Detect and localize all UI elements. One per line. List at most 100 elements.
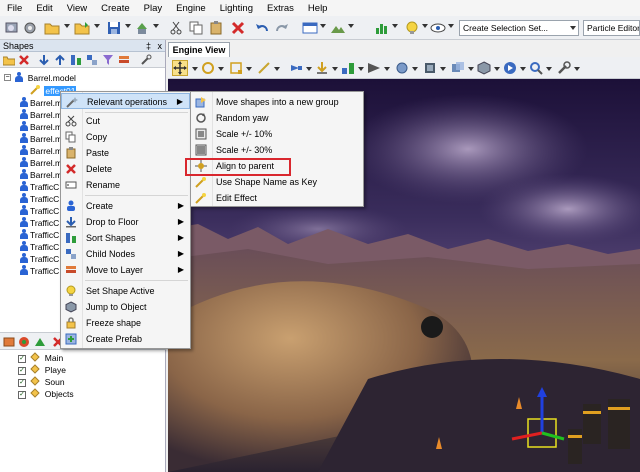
close-panel-icon[interactable]: x bbox=[158, 40, 163, 52]
menu-item-scale-30[interactable]: Scale +/- 30% bbox=[191, 142, 363, 158]
cut-scissors-icon[interactable] bbox=[168, 20, 184, 36]
menu-item-create[interactable]: Create ▶ bbox=[61, 198, 190, 214]
tree-item[interactable]: Barrel.m bbox=[20, 97, 62, 109]
menu-view[interactable]: View bbox=[60, 3, 94, 14]
menu-edit[interactable]: Edit bbox=[29, 3, 59, 14]
tab-engine-view[interactable]: Engine View bbox=[168, 42, 230, 57]
visibility-eye-icon[interactable] bbox=[430, 20, 446, 36]
wrench-dropdown-arrow[interactable] bbox=[574, 67, 580, 71]
menu-create[interactable]: Create bbox=[94, 3, 137, 14]
terrain-dropdown-arrow[interactable] bbox=[348, 24, 354, 28]
particle-editor-button[interactable]: Particle Editor bbox=[583, 20, 640, 36]
export-dropdown-arrow[interactable] bbox=[153, 24, 159, 28]
lighting-dropdown-arrow[interactable] bbox=[422, 24, 428, 28]
navigation-icon[interactable] bbox=[366, 60, 382, 76]
drop-object-icon[interactable] bbox=[314, 60, 330, 76]
menu-item-child-nodes[interactable]: Child Nodes ▶ bbox=[61, 246, 190, 262]
layer-color-icon[interactable] bbox=[18, 336, 30, 348]
menu-play[interactable]: Play bbox=[137, 3, 169, 14]
tree-item[interactable]: TrafficC bbox=[20, 205, 59, 217]
object-cube-icon[interactable] bbox=[476, 60, 492, 76]
scale-gizmo-icon[interactable] bbox=[228, 60, 244, 76]
export-icon[interactable] bbox=[134, 20, 150, 36]
move-down-arrow-icon[interactable] bbox=[38, 54, 50, 66]
save-icon[interactable] bbox=[106, 20, 122, 36]
menu-item-scale-10[interactable]: Scale +/- 10% bbox=[191, 126, 363, 142]
menu-item-random-yaw[interactable]: Random yaw bbox=[191, 110, 363, 126]
link-dropdown-arrow[interactable] bbox=[274, 67, 280, 71]
menu-item-edit-effect[interactable]: Edit Effect bbox=[191, 190, 363, 206]
zoom-dropdown-arrow[interactable] bbox=[546, 67, 552, 71]
visibility-dropdown-arrow[interactable] bbox=[448, 24, 454, 28]
menu-item-cut[interactable]: Cut bbox=[61, 113, 190, 129]
tree-item[interactable]: Barrel.m bbox=[20, 121, 62, 133]
snap-tool-icon[interactable] bbox=[340, 60, 356, 76]
window-layout-icon[interactable] bbox=[302, 20, 318, 36]
menu-item-sort-shapes[interactable]: Sort Shapes ▶ bbox=[61, 230, 190, 246]
layer-stack-icon[interactable] bbox=[118, 54, 130, 66]
statistics-dropdown-arrow[interactable] bbox=[392, 24, 398, 28]
layer-checkbox[interactable]: ✓ bbox=[18, 379, 26, 387]
render-dropdown-arrow[interactable] bbox=[440, 67, 446, 71]
selection-set-dropdown[interactable]: Create Selection Set... bbox=[459, 20, 579, 36]
rotate-dropdown-arrow[interactable] bbox=[218, 67, 224, 71]
tree-item[interactable]: TrafficC bbox=[20, 217, 59, 229]
snap-dropdown-arrow[interactable] bbox=[358, 67, 364, 71]
menu-item-move-shapes-group[interactable]: Move shapes into a new group bbox=[191, 94, 363, 110]
new-scene-icon[interactable] bbox=[4, 20, 20, 36]
open-dropdown-arrow[interactable] bbox=[64, 24, 70, 28]
tree-item[interactable]: Barrel.m bbox=[20, 157, 62, 169]
menu-item-delete[interactable]: Delete bbox=[61, 161, 190, 177]
camera-dropdown-arrow[interactable] bbox=[306, 67, 312, 71]
menu-item-freeze-shape[interactable]: Freeze shape bbox=[61, 315, 190, 331]
scale-dropdown-arrow[interactable] bbox=[246, 67, 252, 71]
collapse-icon[interactable]: − bbox=[4, 74, 11, 81]
menu-item-set-shape-active[interactable]: Set Shape Active bbox=[61, 283, 190, 299]
object-dropdown-arrow[interactable] bbox=[494, 67, 500, 71]
settings-gear-icon[interactable] bbox=[22, 20, 38, 36]
layers-view-dropdown-arrow[interactable] bbox=[468, 67, 474, 71]
playback-icon[interactable] bbox=[502, 60, 518, 76]
shading-dropdown-arrow[interactable] bbox=[412, 67, 418, 71]
menu-item-drop-to-floor[interactable]: Drop to Floor ▶ bbox=[61, 214, 190, 230]
menu-item-jump-to-object[interactable]: Jump to Object bbox=[61, 299, 190, 315]
tree-item[interactable]: TrafficC bbox=[20, 265, 59, 277]
pin-icon[interactable]: ‡ bbox=[146, 40, 151, 52]
tree-item[interactable]: TrafficC bbox=[20, 181, 59, 193]
menu-item-create-prefab[interactable]: Create Prefab bbox=[61, 331, 190, 347]
layer-checkbox[interactable]: ✓ bbox=[18, 355, 26, 363]
tree-item[interactable]: Barrel.m bbox=[20, 169, 62, 181]
playback-dropdown-arrow[interactable] bbox=[520, 67, 526, 71]
lightbulb-icon[interactable] bbox=[404, 20, 420, 36]
terrain-tool-icon[interactable] bbox=[330, 20, 346, 36]
layer-row[interactable]: ✓ Main bbox=[18, 352, 63, 364]
statistics-chart-icon[interactable] bbox=[374, 20, 390, 36]
recent-dropdown-arrow[interactable] bbox=[94, 24, 100, 28]
open-folder-icon[interactable] bbox=[44, 20, 60, 36]
move-dropdown-arrow[interactable] bbox=[192, 67, 198, 71]
wrench-tools-icon[interactable] bbox=[140, 54, 152, 66]
delete-red-x-icon[interactable] bbox=[230, 20, 246, 36]
navigation-dropdown-arrow[interactable] bbox=[384, 67, 390, 71]
move-gizmo-icon[interactable] bbox=[172, 60, 188, 76]
layer-add-icon[interactable] bbox=[3, 336, 15, 348]
sort-shapes-icon[interactable] bbox=[70, 54, 82, 66]
layer-row[interactable]: ✓ Soun bbox=[18, 376, 65, 388]
menu-item-paste[interactable]: Paste bbox=[61, 145, 190, 161]
menu-item-move-to-layer[interactable]: Move to Layer ▶ bbox=[61, 262, 190, 278]
copy-icon[interactable] bbox=[188, 20, 204, 36]
tree-item[interactable]: TrafficC bbox=[20, 253, 59, 265]
rotate-gizmo-icon[interactable] bbox=[200, 60, 216, 76]
tree-item[interactable]: Barrel.m bbox=[20, 109, 62, 121]
menu-extras[interactable]: Extras bbox=[260, 3, 301, 14]
layout-dropdown-arrow[interactable] bbox=[320, 24, 326, 28]
menu-item-rename[interactable]: Rename bbox=[61, 177, 190, 193]
layer-row[interactable]: ✓ Objects bbox=[18, 388, 74, 400]
drop-dropdown-arrow[interactable] bbox=[332, 67, 338, 71]
tree-item[interactable]: Barrel.m bbox=[20, 145, 62, 157]
redo-icon[interactable] bbox=[274, 20, 290, 36]
undo-icon[interactable] bbox=[254, 20, 270, 36]
render-mode-icon[interactable] bbox=[422, 60, 438, 76]
layers-view-icon[interactable] bbox=[450, 60, 466, 76]
camera-icon[interactable] bbox=[288, 60, 304, 76]
